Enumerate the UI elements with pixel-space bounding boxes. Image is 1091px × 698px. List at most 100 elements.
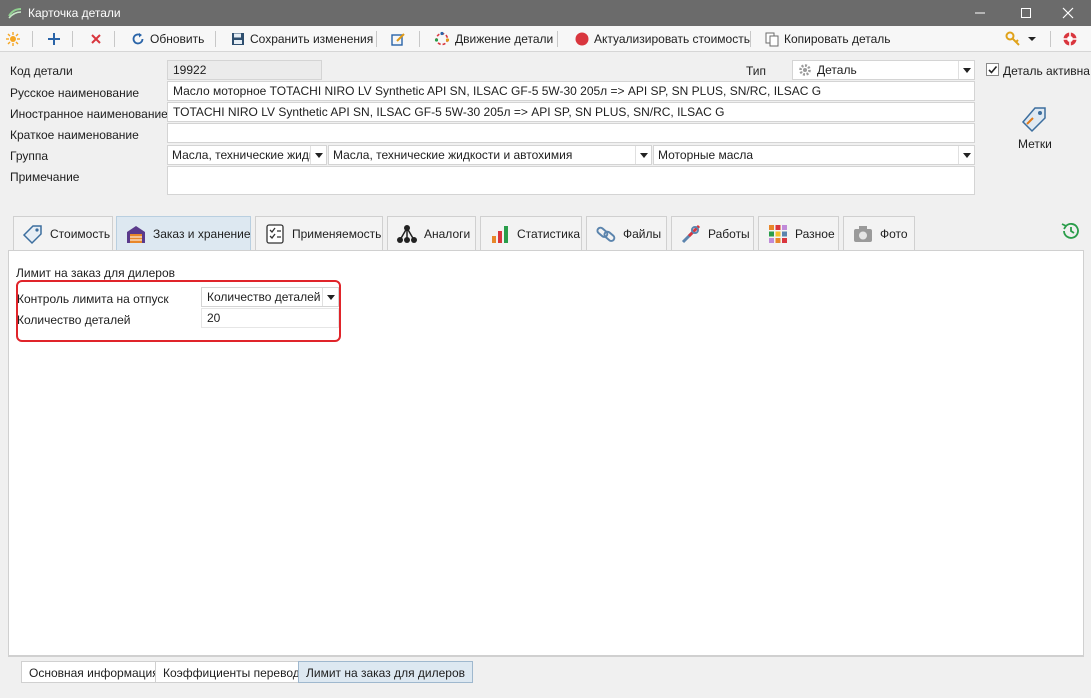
group-label: Группа xyxy=(10,149,49,163)
active-label: Деталь активна xyxy=(1003,64,1090,78)
bottom-tab-dealer-limit[interactable]: Лимит на заказ для дилеров xyxy=(298,661,473,683)
limit-control-select[interactable]: Количество деталей xyxy=(201,287,339,307)
refresh-icon xyxy=(132,33,144,45)
gear-icon xyxy=(799,64,811,76)
type-select[interactable]: Деталь xyxy=(792,60,975,80)
refresh-label: Обновить xyxy=(150,32,205,46)
warehouse-icon xyxy=(127,225,145,243)
foreign-name-label: Иностранное наименование xyxy=(10,107,168,121)
short-name-label: Краткое наименование xyxy=(10,128,139,142)
link-icon xyxy=(596,226,616,242)
delete-x-icon xyxy=(91,34,101,44)
delete-button[interactable] xyxy=(88,29,104,49)
tab-applicability[interactable]: Применяемость xyxy=(255,216,383,250)
red-circle-icon xyxy=(575,32,589,46)
group-level1-value: Масла, технические жидко xyxy=(172,148,310,162)
key-menu-button[interactable] xyxy=(1005,29,1037,49)
app-logo-icon xyxy=(8,8,22,19)
tab-order-storage-label: Заказ и хранение xyxy=(153,226,251,241)
grid-icon xyxy=(769,224,787,243)
tab-analogs[interactable]: Аналоги xyxy=(387,216,476,250)
new-button[interactable] xyxy=(5,29,21,49)
type-label: Тип xyxy=(746,64,767,78)
tab-analogs-label: Аналоги xyxy=(424,226,471,241)
tab-works-label: Работы xyxy=(708,226,750,241)
code-label: Код детали xyxy=(10,64,73,78)
chevron-down-icon xyxy=(310,146,326,164)
refresh-button[interactable]: Обновить xyxy=(131,29,204,49)
sun-icon xyxy=(6,32,20,46)
movement-icon xyxy=(434,31,450,46)
movement-label: Движение детали xyxy=(455,32,554,46)
bottom-tab-main-info[interactable]: Основная информация xyxy=(21,661,167,683)
checkmark-icon xyxy=(988,65,998,74)
chevron-down-icon xyxy=(1028,37,1036,41)
note-label: Примечание xyxy=(10,170,80,184)
tab-files[interactable]: Файлы xyxy=(586,216,667,250)
limit-qty-field[interactable]: 20 xyxy=(201,308,339,328)
add-button[interactable] xyxy=(46,29,62,49)
tags-button[interactable]: Метки xyxy=(1010,104,1058,154)
copy-part-button[interactable]: Копировать деталь xyxy=(765,29,891,49)
tab-cost-label: Стоимость xyxy=(50,226,111,241)
tools-icon xyxy=(681,224,701,243)
bottom-tab-conversion-factors[interactable]: Коэффициенты перевода xyxy=(155,661,315,683)
chevron-down-icon xyxy=(958,61,974,79)
toolbar: Обновить Сохранить изменения Движение де… xyxy=(0,26,1091,52)
tab-misc-label: Разное xyxy=(795,226,835,241)
update-cost-label: Актуализировать стоимость xyxy=(594,32,750,46)
ru-name-field[interactable]: Масло моторное TOTACHI NIRO LV Synthetic… xyxy=(167,81,975,101)
edit-button[interactable] xyxy=(391,29,406,49)
tab-statistics[interactable]: Статистика xyxy=(480,216,582,250)
tab-photo[interactable]: Фото xyxy=(843,216,915,250)
part-movement-button[interactable]: Движение детали xyxy=(434,29,553,49)
group-level2-select[interactable]: Масла, технические жидкости и автохимия xyxy=(328,145,652,165)
group-level2-value: Масла, технические жидкости и автохимия xyxy=(333,148,573,162)
chevron-down-icon xyxy=(322,288,338,306)
bar-chart-icon xyxy=(492,225,508,243)
group-level3-select[interactable]: Моторные масла xyxy=(653,145,975,165)
note-field[interactable] xyxy=(167,166,975,195)
tab-misc[interactable]: Разное xyxy=(758,216,839,250)
help-button[interactable] xyxy=(1062,29,1078,49)
minimize-button[interactable] xyxy=(957,0,1003,26)
tab-files-label: Файлы xyxy=(623,226,662,241)
active-checkbox[interactable] xyxy=(986,63,999,76)
history-button[interactable] xyxy=(1060,220,1082,242)
tags-label: Метки xyxy=(1018,137,1052,151)
group-level3-value: Моторные масла xyxy=(658,148,754,162)
update-cost-button[interactable]: Актуализировать стоимость xyxy=(575,29,750,49)
tab-cost[interactable]: Стоимость xyxy=(13,216,113,250)
close-window-button[interactable] xyxy=(1045,0,1091,26)
edit-icon xyxy=(391,32,405,46)
save-button[interactable]: Сохранить изменения xyxy=(231,29,373,49)
tab-photo-label: Фото xyxy=(880,226,908,241)
key-icon xyxy=(1005,31,1020,46)
close-icon xyxy=(1062,7,1074,19)
foreign-name-field[interactable]: TOTACHI NIRO LV Synthetic API SN, ILSAC … xyxy=(167,102,975,122)
tab-applicability-label: Применяемость xyxy=(292,226,382,241)
history-icon xyxy=(1061,223,1079,239)
copy-icon xyxy=(765,32,779,46)
tab-works[interactable]: Работы xyxy=(671,216,754,250)
bottom-tab-bar: Основная информация Коэффициенты перевод… xyxy=(8,656,1084,690)
tab-statistics-label: Статистика xyxy=(517,226,581,241)
limit-control-value: Количество деталей xyxy=(207,290,321,304)
limit-control-label: Контроль лимита на отпуск xyxy=(17,292,169,306)
lifebuoy-icon xyxy=(1063,32,1077,46)
floppy-disk-icon xyxy=(232,33,244,45)
maximize-icon xyxy=(1021,8,1031,18)
copy-label: Копировать деталь xyxy=(784,32,891,46)
title-bar: Карточка детали xyxy=(0,0,1091,26)
limit-qty-label: Количество деталей xyxy=(17,313,131,327)
maximize-button[interactable] xyxy=(1003,0,1049,26)
chevron-down-icon xyxy=(958,146,974,164)
code-field[interactable]: 19922 xyxy=(167,60,322,80)
hierarchy-icon xyxy=(397,224,417,243)
tab-order-storage[interactable]: Заказ и хранение xyxy=(116,216,251,250)
group-level1-select[interactable]: Масла, технические жидко xyxy=(167,145,327,165)
minimize-icon xyxy=(975,12,985,14)
order-storage-panel: Лимит на заказ для дилеров Контроль лими… xyxy=(8,250,1084,656)
short-name-field[interactable] xyxy=(167,123,975,143)
price-tag-icon xyxy=(22,224,42,244)
